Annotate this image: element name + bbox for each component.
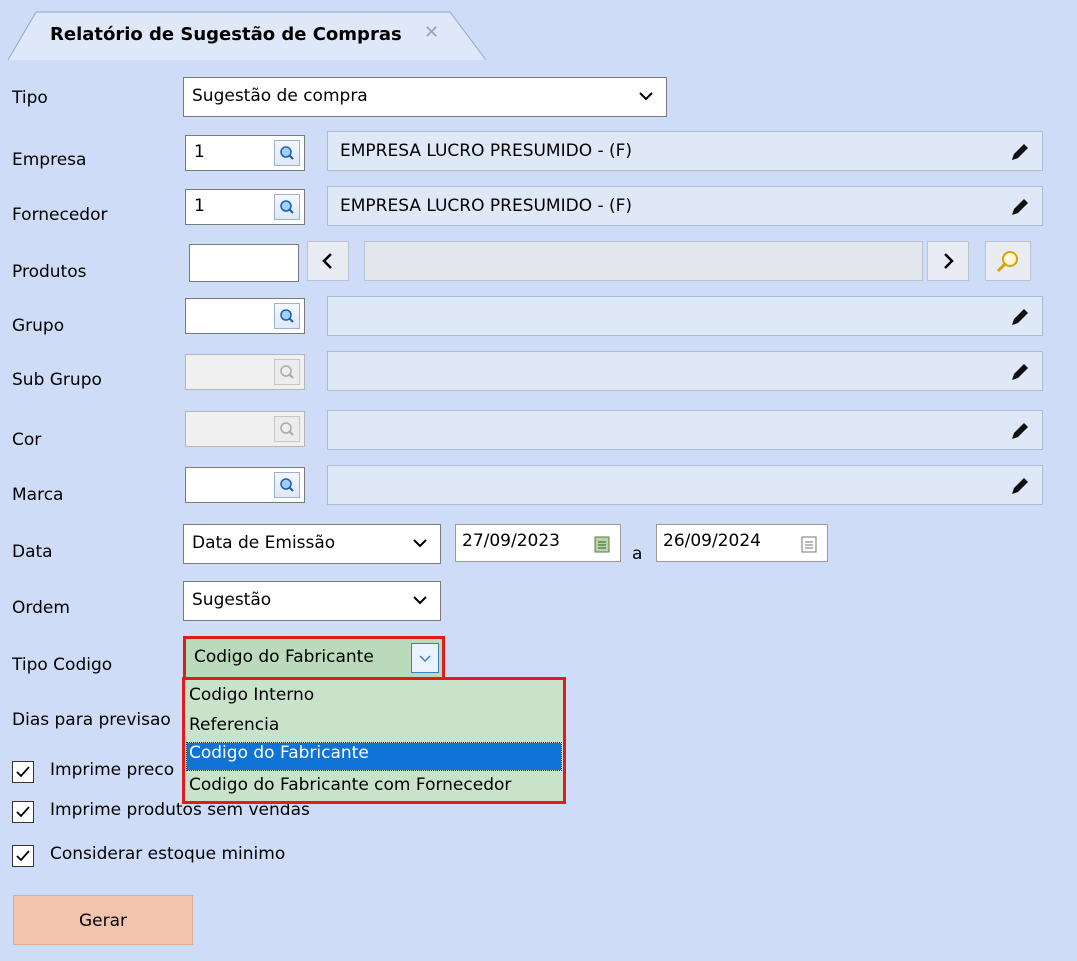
prev-button[interactable]: [307, 241, 349, 281]
report-tab[interactable]: Relatório de Sugestão de Compras ✕: [0, 0, 500, 60]
empresa-description: EMPRESA LUCRO PRESUMIDO - (F): [327, 131, 1043, 171]
dropdown-option[interactable]: Referencia: [189, 715, 279, 735]
marca-description: [327, 465, 1043, 505]
date-from-input[interactable]: 27/09/2023: [455, 524, 621, 562]
label-empresa: Empresa: [12, 150, 87, 170]
search-icon: [280, 309, 294, 323]
label-ordem: Ordem: [12, 598, 70, 618]
generate-button[interactable]: Gerar: [13, 895, 193, 945]
chevron-left-icon: [322, 253, 332, 269]
cor-description: [327, 410, 1043, 450]
produtos-input[interactable]: [189, 244, 299, 282]
date-to-text: 26/09/2024: [663, 531, 761, 551]
checkbox-estoque-minimo[interactable]: [12, 845, 34, 867]
calendar-icon[interactable]: [801, 535, 817, 553]
search-icon: [280, 200, 294, 214]
chevron-down-icon: [413, 539, 427, 548]
marca-lookup-button[interactable]: [274, 472, 300, 498]
label-cor: Cor: [12, 430, 42, 450]
date-separator: a: [632, 544, 643, 564]
search-icon: [280, 478, 294, 492]
pencil-icon[interactable]: [1008, 419, 1032, 443]
subgrupo-lookup-button: [274, 359, 300, 385]
fornecedor-desc-text: EMPRESA LUCRO PRESUMIDO - (F): [340, 196, 633, 216]
fornecedor-code: 1: [194, 196, 205, 216]
fornecedor-description: EMPRESA LUCRO PRESUMIDO - (F): [327, 186, 1043, 226]
label-dias: Dias para previsao: [12, 710, 171, 730]
checkmark-icon: [16, 766, 30, 778]
checkbox-imprime-preco[interactable]: [12, 761, 34, 783]
magnifier-icon: [996, 251, 1018, 273]
ordem-value: Sugestão: [192, 590, 272, 610]
data-type-value: Data de Emissão: [192, 533, 336, 553]
date-to-input[interactable]: 26/09/2024: [656, 524, 828, 562]
pencil-icon[interactable]: [1008, 195, 1032, 219]
next-button[interactable]: [927, 241, 969, 281]
cor-lookup-button: [274, 416, 300, 442]
pencil-icon[interactable]: [1008, 360, 1032, 384]
fornecedor-code-input[interactable]: 1: [185, 189, 305, 225]
empresa-desc-text: EMPRESA LUCRO PRESUMIDO - (F): [340, 141, 633, 161]
pencil-icon[interactable]: [1008, 140, 1032, 164]
calendar-icon[interactable]: [594, 535, 610, 553]
checkmark-icon: [16, 806, 30, 818]
label-tipo: Tipo: [12, 88, 48, 108]
checkmark-icon: [16, 850, 30, 862]
produtos-search-button[interactable]: [985, 241, 1031, 281]
cor-code-input: [185, 411, 305, 447]
search-icon: [280, 146, 294, 160]
pencil-icon[interactable]: [1008, 474, 1032, 498]
grupo-lookup-button[interactable]: [274, 303, 300, 329]
grupo-description: [327, 296, 1043, 336]
chevron-down-icon: [639, 92, 653, 101]
search-icon: [280, 422, 294, 436]
chevron-down-icon: [419, 655, 431, 663]
data-type-select[interactable]: Data de Emissão: [183, 524, 441, 564]
checkbox-label-imprime-preco: Imprime preco: [50, 760, 175, 780]
label-subgrupo: Sub Grupo: [12, 370, 102, 390]
fornecedor-lookup-button[interactable]: [274, 194, 300, 220]
subgrupo-description: [327, 351, 1043, 391]
produtos-list[interactable]: [364, 241, 923, 281]
tipo-codigo-dropdown-list[interactable]: Codigo Interno Referencia Codigo do Fabr…: [182, 677, 566, 804]
date-from-text: 27/09/2023: [462, 531, 560, 551]
label-fornecedor: Fornecedor: [12, 205, 108, 225]
ordem-select[interactable]: Sugestão: [183, 581, 441, 621]
label-marca: Marca: [12, 485, 64, 505]
checkbox-imprime-sem-vendas[interactable]: [12, 801, 34, 823]
dropdown-option[interactable]: Codigo Interno: [189, 685, 314, 705]
label-data: Data: [12, 542, 53, 562]
tipo-codigo-value: Codigo do Fabricante: [194, 647, 374, 667]
dropdown-option[interactable]: Codigo do Fabricante com Fornecedor: [189, 775, 511, 795]
tab-title: Relatório de Sugestão de Compras: [50, 24, 402, 45]
checkbox-label-estoque-minimo: Considerar estoque minimo: [50, 844, 286, 864]
empresa-lookup-button[interactable]: [274, 140, 300, 166]
empresa-code: 1: [194, 142, 205, 162]
marca-code-input[interactable]: [185, 467, 305, 503]
chevron-down-icon: [413, 596, 427, 605]
close-icon[interactable]: ✕: [424, 22, 439, 43]
dropdown-option-selected[interactable]: Codigo do Fabricante: [186, 742, 562, 771]
tipo-value: Sugestão de compra: [192, 86, 368, 106]
label-grupo: Grupo: [12, 316, 65, 336]
empresa-code-input[interactable]: 1: [185, 135, 305, 171]
tipo-select[interactable]: Sugestão de compra: [183, 77, 667, 117]
label-tipo-codigo: Tipo Codigo: [12, 655, 113, 675]
search-icon: [280, 365, 294, 379]
pencil-icon[interactable]: [1008, 305, 1032, 329]
grupo-code-input[interactable]: [185, 298, 305, 334]
tipo-codigo-dropdown-button[interactable]: [411, 643, 439, 673]
chevron-right-icon: [944, 253, 954, 269]
tipo-codigo-select[interactable]: Codigo do Fabricante: [183, 636, 445, 680]
label-produtos: Produtos: [12, 262, 87, 282]
subgrupo-code-input: [185, 354, 305, 390]
